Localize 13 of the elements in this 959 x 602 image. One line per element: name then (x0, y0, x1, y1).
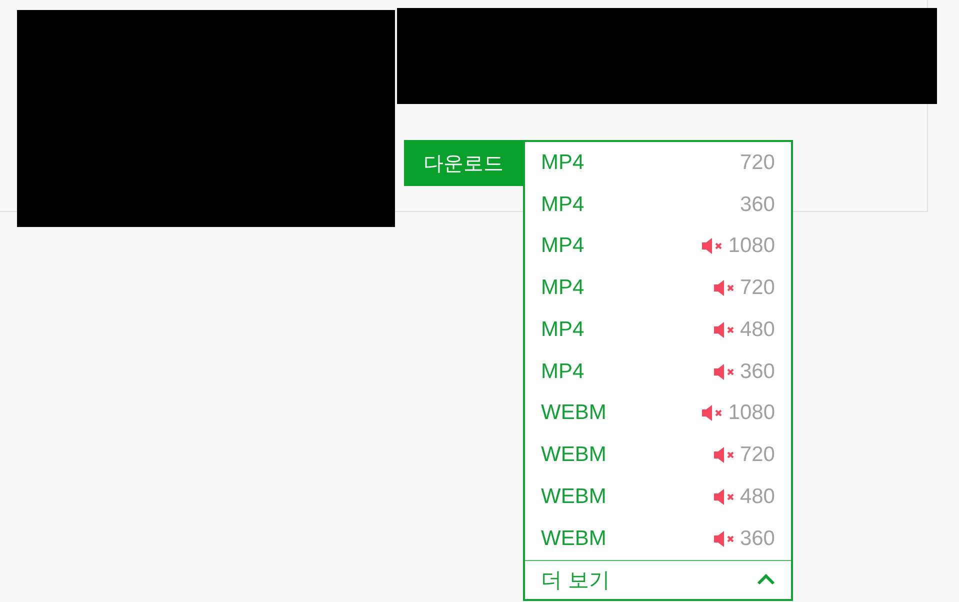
format-option[interactable]: MP4 720 (525, 142, 791, 184)
chevron-up-icon (757, 574, 775, 586)
download-button[interactable]: 다운로드 (404, 140, 523, 186)
format-option[interactable]: WEBM 1080 (525, 392, 791, 434)
format-option[interactable]: WEBM 720 (525, 434, 791, 476)
format-option[interactable]: MP4 360 (525, 350, 791, 392)
format-option[interactable]: MP4 1080 (525, 226, 791, 268)
format-option[interactable]: MP4 360 (525, 184, 791, 226)
format-option[interactable]: MP4 720 (525, 267, 791, 309)
format-option[interactable]: WEBM 480 (525, 476, 791, 518)
format-option[interactable]: MP4 480 (525, 309, 791, 351)
more-button[interactable]: 더 보기 (525, 560, 791, 599)
format-option[interactable]: WEBM 360 (525, 518, 791, 560)
